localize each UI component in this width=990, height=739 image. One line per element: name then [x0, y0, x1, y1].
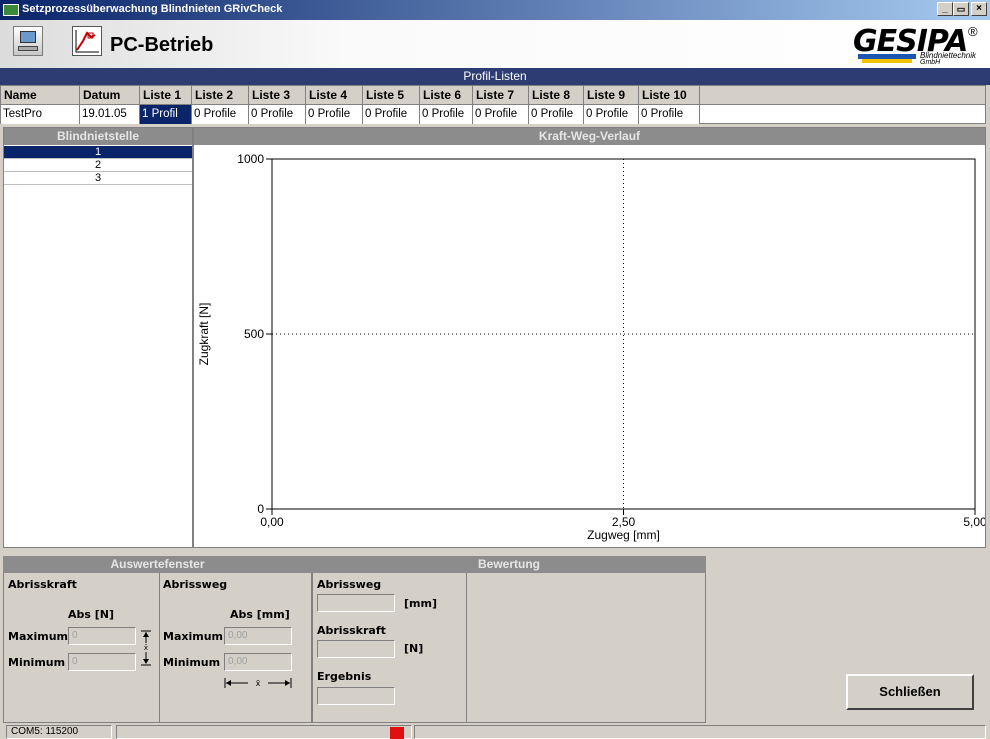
- cell-list-7[interactable]: 0 Profile: [473, 105, 529, 124]
- travel-max-label: Maximum: [163, 630, 223, 643]
- travel-range-icon: x̄: [224, 678, 292, 688]
- travel-min-label: Minimum: [163, 656, 221, 669]
- force-max-label: Maximum: [8, 630, 68, 643]
- x-tick-label: 0,00: [260, 515, 284, 529]
- svg-text:x̄: x̄: [256, 679, 261, 688]
- cell-list-4[interactable]: 0 Profile: [306, 105, 363, 124]
- window-titlebar: Setzprozessüberwachung Blindnieten GRivC…: [0, 0, 990, 20]
- col-header-list-3[interactable]: Liste 3: [249, 86, 306, 105]
- window-title: Setzprozessüberwachung Blindnieten GRivC…: [22, 3, 283, 15]
- connection-indicator: [390, 727, 404, 739]
- rivet-point-item[interactable]: 3: [4, 172, 192, 185]
- y-axis-label: Zugkraft [N]: [197, 303, 211, 366]
- cell-list-8[interactable]: 0 Profile: [529, 105, 584, 124]
- minimize-button[interactable]: _: [937, 2, 953, 16]
- col-header-list-5[interactable]: Liste 5: [363, 86, 420, 105]
- force-max-field[interactable]: 0: [68, 627, 136, 645]
- travel-max-field[interactable]: 0,00: [224, 627, 292, 645]
- close-button[interactable]: Schließen: [846, 674, 974, 710]
- force-unit-label: Abs [N]: [68, 608, 115, 621]
- rating-travel-label: Abrissweg: [317, 578, 382, 591]
- rating-force-unit: [N]: [404, 642, 424, 655]
- rivet-point-item[interactable]: 1: [4, 146, 192, 159]
- rivet-point-header: Blindnietstelle: [4, 128, 192, 145]
- rivet-point-item[interactable]: 2: [4, 159, 192, 172]
- status-message: [414, 725, 986, 739]
- cell-list-1[interactable]: 1 Profil: [140, 105, 192, 124]
- col-header-list-8[interactable]: Liste 8: [529, 86, 584, 105]
- x-axis-label: Zugweg [mm]: [587, 528, 660, 542]
- force-eval-panel: [3, 573, 160, 723]
- app-icon: [3, 4, 19, 16]
- y-tick-label: 500: [244, 327, 264, 341]
- logo-subtitle-2: GmbH: [920, 59, 941, 66]
- col-header-list-1[interactable]: Liste 1: [140, 86, 192, 105]
- force-label: Abrisskraft: [8, 578, 77, 591]
- svg-text:x̄: x̄: [144, 644, 148, 652]
- col-header-list-2[interactable]: Liste 2: [192, 86, 249, 105]
- cell-list-3[interactable]: 0 Profile: [249, 105, 306, 124]
- col-header-list-6[interactable]: Liste 6: [420, 86, 473, 105]
- force-range-icon: x̄: [141, 630, 151, 666]
- x-tick-label: 2,50: [612, 515, 636, 529]
- col-header-list-7[interactable]: Liste 7: [473, 86, 529, 105]
- gesipa-logo: GESIPA ® Blindniettechnik GmbH: [850, 24, 986, 66]
- profile-lists-table: Name Datum Liste 1 Liste 2 Liste 3 Liste…: [0, 85, 986, 124]
- rivet-point-list: Blindnietstelle 1 2 3: [3, 127, 193, 548]
- cell-date[interactable]: 19.01.05: [80, 105, 140, 124]
- rating-result-label: Ergebnis: [317, 670, 372, 683]
- restore-button[interactable]: ▭: [953, 2, 969, 16]
- y-tick-label: 1000: [237, 152, 264, 166]
- cell-list-9[interactable]: 0 Profile: [584, 105, 639, 124]
- cell-list-5[interactable]: 0 Profile: [363, 105, 420, 124]
- col-header-date[interactable]: Datum: [80, 86, 140, 105]
- force-travel-chart[interactable]: 0,00 2,50 5,00 0 500 1000 Zugweg [mm] Zugkraft …: [194, 128, 985, 547]
- rating-header: Bewertung: [312, 556, 706, 573]
- status-bar: COM5: 115200: [0, 724, 990, 739]
- travel-label: Abrissweg: [163, 578, 228, 591]
- rating-travel-field[interactable]: [317, 594, 395, 612]
- app-header: PC-Betrieb GESIPA ® Blindniettechnik Gmb…: [0, 20, 990, 68]
- y-tick-label: 0: [257, 502, 264, 516]
- col-header-list-9[interactable]: Liste 9: [584, 86, 639, 105]
- cell-list-6[interactable]: 0 Profile: [420, 105, 473, 124]
- col-header-name[interactable]: Name: [1, 86, 80, 105]
- force-min-field[interactable]: 0: [68, 653, 136, 671]
- travel-unit-label: Abs [mm]: [230, 608, 290, 621]
- rating-result-field[interactable]: [317, 687, 395, 705]
- cell-list-2[interactable]: 0 Profile: [192, 105, 249, 124]
- cell-name[interactable]: TestPro: [1, 105, 80, 124]
- profile-lists-header: Profil-Listen: [0, 68, 990, 85]
- force-min-label: Minimum: [8, 656, 66, 669]
- logo-registered: ®: [968, 24, 978, 39]
- col-header-empty: [700, 86, 985, 105]
- travel-eval-panel: [159, 573, 312, 723]
- status-progress: [116, 725, 412, 739]
- rating-force-label: Abrisskraft: [317, 624, 386, 637]
- col-header-list-4[interactable]: Liste 4: [306, 86, 363, 105]
- travel-min-field[interactable]: 0,00: [224, 653, 292, 671]
- rating-force-field[interactable]: [317, 640, 395, 658]
- cell-list-10[interactable]: 0 Profile: [639, 105, 700, 124]
- x-tick-label: 5,00: [963, 515, 985, 529]
- mode-label: PC-Betrieb: [110, 34, 214, 56]
- curve-graph-icon[interactable]: [72, 26, 102, 56]
- port-status: COM5: 115200: [6, 725, 112, 739]
- rating-result-panel: [466, 573, 706, 723]
- evaluation-window-header: Auswertefenster: [3, 556, 312, 573]
- col-header-list-10[interactable]: Liste 10: [639, 86, 700, 105]
- rating-travel-unit: [mm]: [404, 597, 437, 610]
- force-travel-chart-panel: Kraft-Weg-Verlauf 0,00 2,50 5,00 0 500 1000 Zu…: [193, 127, 986, 548]
- computer-icon[interactable]: [13, 26, 43, 56]
- close-window-button[interactable]: ×: [971, 2, 987, 16]
